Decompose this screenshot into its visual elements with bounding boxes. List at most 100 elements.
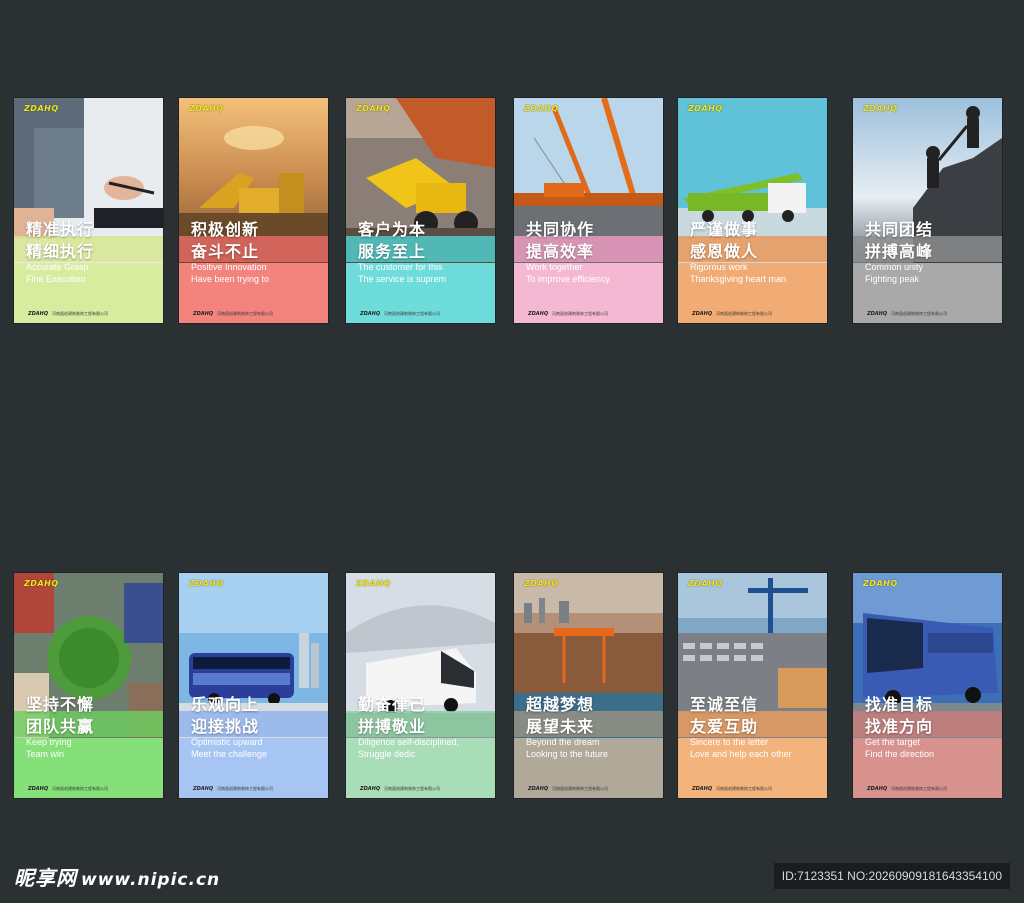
footer-company-name: 河南昌创建筑装饰工程有限公司 (891, 786, 947, 791)
brand-logo: ZDAHQ (688, 579, 723, 588)
footer-brand-logo: ZDAHQ (193, 311, 214, 317)
poster-title-line-2: 团队共赢 (26, 717, 95, 736)
footer-brand-logo: ZDAHQ (867, 786, 888, 792)
poster-subtitle-line-2: Have been trying to (191, 274, 270, 284)
footer-brand-logo: ZDAHQ (528, 786, 549, 792)
poster-subtitle-line-1: Keep trying (26, 737, 72, 747)
poster-title-line-2: 迎接挑战 (191, 717, 260, 736)
poster-subtitle-line-2: Find the direction (865, 749, 935, 759)
footer-company-name: 河南昌创建筑装饰工程有限公司 (384, 786, 440, 791)
poster-subtitle-line-2: Looking to the future (526, 749, 609, 759)
poster-title-line-1: 共同团结 (865, 220, 934, 239)
poster-title-line-2: 提高效率 (526, 242, 595, 261)
poster-card[interactable]: ZDAHQ 共同团结拼搏高峰 Common unity Fighting peak ZD… (853, 98, 1002, 323)
poster-title-line-2: 服务至上 (358, 242, 427, 261)
footer-company-name: 河南昌创建筑装饰工程有限公司 (716, 311, 772, 316)
poster-subtitle-line-1: Work together (526, 262, 583, 272)
poster-card[interactable]: ZDAHQ 精准执行精细执行 Accurate Grasp Fine Executio… (14, 98, 163, 323)
footer-company-name: 河南昌创建筑装饰工程有限公司 (384, 311, 440, 316)
poster-title-line-2: 拼搏敬业 (358, 717, 427, 736)
brand-logo: ZDAHQ (24, 579, 59, 588)
footer-brand-logo: ZDAHQ (193, 786, 214, 792)
poster-title-line-2: 拼搏高峰 (865, 242, 934, 261)
poster-subtitle-line-2: Thanksgiving heart man (690, 274, 787, 284)
poster-card[interactable]: ZDAHQ 超越梦想展望未来 Beyond the dream Looking to … (514, 573, 663, 798)
brand-logo: ZDAHQ (356, 104, 391, 113)
brand-logo: ZDAHQ (24, 104, 59, 113)
footer-brand-logo: ZDAHQ (28, 786, 49, 792)
poster-subtitle-line-1: Rigorous work (690, 262, 748, 272)
poster-subtitle-line-2: Fighting peak (865, 274, 920, 284)
brand-logo: ZDAHQ (688, 104, 723, 113)
poster-subtitle-line-1: Sincere to the letter (690, 737, 769, 747)
poster-subtitle-line-1: Optimistic upward (191, 737, 263, 747)
watermark-site: 昵享网 (14, 866, 77, 890)
poster-subtitle-line-1: Common unity (865, 262, 924, 272)
brand-logo: ZDAHQ (524, 579, 559, 588)
footer-brand-logo: ZDAHQ (360, 311, 381, 317)
poster-card[interactable]: ZDAHQ 严谨做事感恩做人 Rigorous work Thanksgiving h… (678, 98, 827, 323)
poster-title-line-2: 找准方向 (865, 717, 934, 736)
brand-logo: ZDAHQ (189, 579, 224, 588)
poster-card[interactable]: ZDAHQ 乐观向上迎接挑战 Optimistic upward Meet the c… (179, 573, 328, 798)
watermark-id: ID:7123351 NO:20260909181643354100 (773, 863, 1010, 889)
poster-title-line-1: 严谨做事 (690, 220, 759, 239)
footer-company-name: 河南昌创建筑装饰工程有限公司 (217, 311, 273, 316)
poster-subtitle-line-1: Diligence self-disciplined, (358, 737, 460, 747)
footer-company-name: 河南昌创建筑装饰工程有限公司 (52, 786, 108, 791)
poster-subtitle-line-1: Accurate Grasp (26, 262, 89, 272)
poster-title-line-1: 勤奋律己 (358, 695, 427, 714)
footer-company-name: 河南昌创建筑装饰工程有限公司 (52, 311, 108, 316)
footer-company-name: 河南昌创建筑装饰工程有限公司 (891, 311, 947, 316)
poster-title-line-2: 友爱互助 (690, 717, 759, 736)
footer-brand-logo: ZDAHQ (867, 311, 888, 317)
poster-subtitle-line-2: Struggle dedic (358, 749, 416, 759)
poster-title-line-1: 客户为本 (358, 220, 427, 239)
footer-brand-logo: ZDAHQ (360, 786, 381, 792)
poster-card[interactable]: ZDAHQ 勤奋律己拼搏敬业 Diligence self-disciplined,… (346, 573, 495, 798)
footer-brand-logo: ZDAHQ (28, 311, 49, 317)
footer-company-name: 河南昌创建筑装饰工程有限公司 (552, 786, 608, 791)
poster-title-line-1: 共同协作 (526, 220, 595, 239)
brand-logo: ZDAHQ (863, 579, 898, 588)
footer-brand-logo: ZDAHQ (528, 311, 549, 317)
brand-logo: ZDAHQ (189, 104, 224, 113)
poster-subtitle-line-1: Get the target (865, 737, 921, 747)
poster-subtitle-line-2: To improve efficiency (526, 274, 610, 284)
brand-logo: ZDAHQ (356, 579, 391, 588)
poster-title-line-1: 坚持不懈 (26, 695, 95, 714)
poster-subtitle-line-2: Fine Execution (26, 274, 86, 284)
footer-company-name: 河南昌创建筑装饰工程有限公司 (552, 311, 608, 316)
poster-card[interactable]: ZDAHQ 找准目标找准方向 Get the target Find the dire… (853, 573, 1002, 798)
poster-subtitle-line-1: The customer for this (358, 262, 443, 272)
brand-logo: ZDAHQ (524, 104, 559, 113)
poster-subtitle-line-2: Love and help each other (690, 749, 792, 759)
poster-title-line-2: 展望未来 (526, 717, 595, 736)
poster-title-line-1: 找准目标 (865, 695, 934, 714)
poster-subtitle-line-1: Beyond the dream (526, 737, 600, 747)
poster-title-line-1: 精准执行 (26, 220, 95, 239)
poster-card[interactable]: ZDAHQ 客户为本服务至上 The customer for this The se… (346, 98, 495, 323)
poster-title-line-2: 奋斗不止 (191, 242, 260, 261)
brand-logo: ZDAHQ (863, 104, 898, 113)
poster-card[interactable]: ZDAHQ 至诚至信友爱互助 Sincere to the letter Love a… (678, 573, 827, 798)
poster-title-line-2: 感恩做人 (690, 242, 759, 261)
footer-company-name: 河南昌创建筑装饰工程有限公司 (217, 786, 273, 791)
watermark-logo: 昵享网 www.nipic.cn (14, 862, 220, 891)
poster-title-line-2: 精细执行 (26, 242, 95, 261)
footer-brand-logo: ZDAHQ (692, 786, 713, 792)
watermark-url[interactable]: www.nipic.cn (81, 870, 220, 890)
poster-card[interactable]: ZDAHQ 共同协作提高效率 Work together To improve eff… (514, 98, 663, 323)
poster-subtitle-line-2: Meet the challenge (191, 749, 268, 759)
poster-subtitle-line-1: Positive Innovation (191, 262, 267, 272)
poster-subtitle-line-2: Team win (26, 749, 65, 759)
footer-brand-logo: ZDAHQ (692, 311, 713, 317)
footer-company-name: 河南昌创建筑装饰工程有限公司 (716, 786, 772, 791)
poster-subtitle-line-2: The service is suprem (358, 274, 447, 284)
poster-title-line-1: 至诚至信 (690, 695, 759, 714)
poster-card[interactable]: ZDAHQ 坚持不懈 团队共赢 Keep trying Team win ZDAHQ 河南昌… (14, 573, 163, 798)
poster-title-line-1: 超越梦想 (526, 695, 595, 714)
poster-title-line-1: 乐观向上 (191, 695, 260, 714)
poster-title-line-1: 积极创新 (191, 220, 260, 239)
poster-card[interactable]: ZDAHQ 积极创新奋斗不止 Positive Innovation Have bee… (179, 98, 328, 323)
